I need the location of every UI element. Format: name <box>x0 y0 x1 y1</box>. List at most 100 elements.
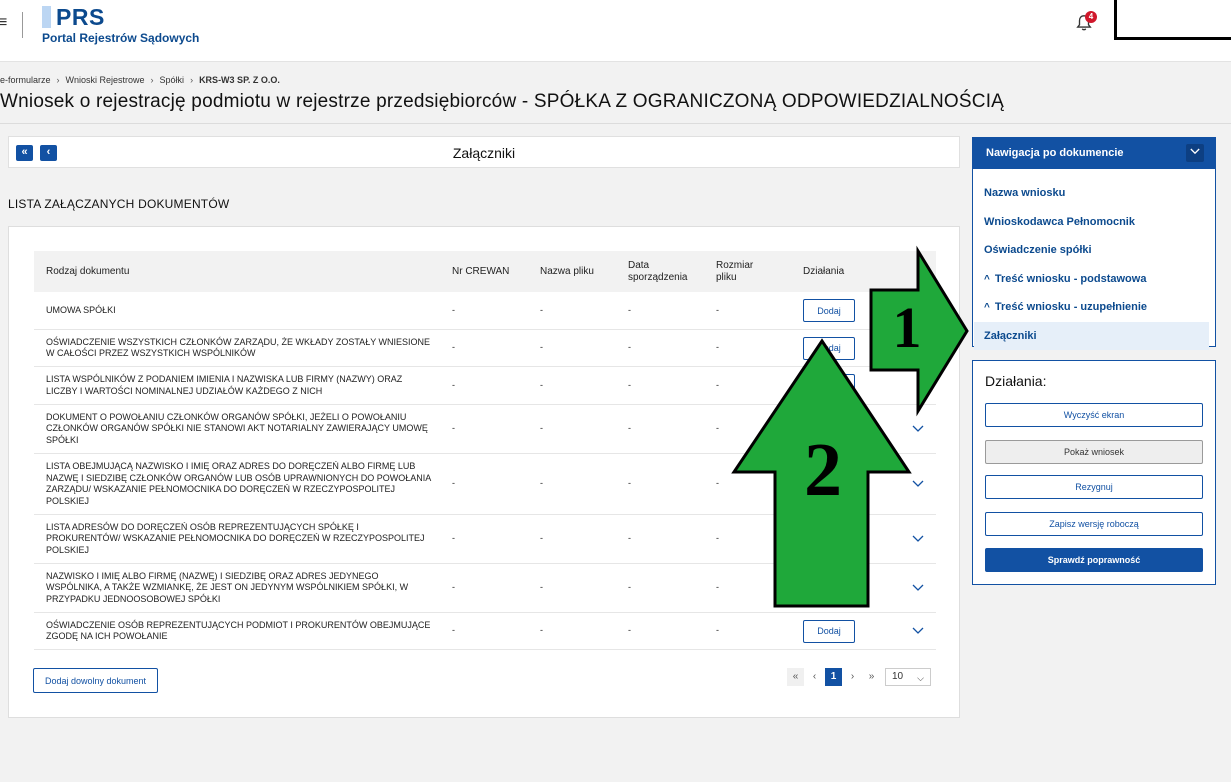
top-header: ≡ PRS Portal Rejestrów Sądowych 4 <box>0 0 1231 62</box>
column-header-doc-type: Rodzaj dokumentu <box>46 265 130 277</box>
page-number-button[interactable]: 1 <box>825 668 842 686</box>
save-draft-button[interactable]: Zapisz wersję roboczą <box>985 512 1203 536</box>
validate-button[interactable]: Sprawdź poprawność <box>985 548 1203 572</box>
add-document-button[interactable]: Dodaj <box>803 527 855 551</box>
row-crewan: - <box>452 379 455 390</box>
breadcrumb-item-eforms[interactable]: e-formularze <box>0 75 51 85</box>
first-page-button[interactable]: « <box>787 668 804 686</box>
row-doc-type: LISTA WSPÓLNIKÓW Z PODANIEM IMIENIA I NA… <box>46 374 403 396</box>
per-page-select[interactable]: 10 ⌵ <box>885 668 931 686</box>
row-date: - <box>628 304 631 315</box>
nav-item-application-name[interactable]: Nazwa wniosku <box>974 179 1209 208</box>
add-document-button[interactable]: Dodaj <box>803 472 855 496</box>
add-custom-document-button[interactable]: Dodaj dowolny dokument <box>33 668 159 693</box>
breadcrumb-item-applications[interactable]: Wnioski Rejestrowe <box>66 75 145 85</box>
row-doc-type: OŚWIADCZENIE WSZYSTKICH CZŁONKÓW ZARZĄDU… <box>46 336 431 359</box>
expand-row-button[interactable] <box>912 613 924 649</box>
notification-badge: 4 <box>1085 11 1097 23</box>
add-document-button[interactable]: Dodaj <box>803 619 855 643</box>
breadcrumb: e-formularze › Wnioski Rejestrowe › Spółki › K… <box>0 75 280 85</box>
row-crewan: - <box>452 582 455 593</box>
row-crewan: - <box>452 342 455 353</box>
attachments-table: Rodzaj dokumentu Nr CREWAN Nazwa pliku D… <box>34 251 936 650</box>
row-doc-type: LISTA ADRESÓW DO DORĘCZEŃ OSÓB REPREZENT… <box>46 521 425 555</box>
user-menu-box[interactable] <box>1114 0 1231 40</box>
breadcrumb-item-companies[interactable]: Spółki <box>160 75 185 85</box>
add-document-button[interactable]: Dodaj <box>803 417 855 441</box>
show-application-button[interactable]: Pokaż wniosek <box>985 440 1203 464</box>
nav-item-applicant[interactable]: Wnioskodawca Pełnomocnik <box>974 208 1209 237</box>
next-page-button[interactable]: › <box>844 668 861 686</box>
document-navigation-panel: Nawigacja po dokumencie Nazwa wniosku Wn… <box>972 137 1216 350</box>
row-doc-type: DOKUMENT O POWOŁANIU CZŁONKÓW ORGANÓW SP… <box>46 411 428 445</box>
logo-title[interactable]: PRS <box>56 4 105 31</box>
row-file-name: - <box>540 533 543 544</box>
row-date: - <box>628 582 631 593</box>
row-date: - <box>628 625 631 636</box>
logo-mark <box>42 6 51 28</box>
add-document-button[interactable]: Dodaj <box>803 374 855 397</box>
add-document-button[interactable]: Dodaj <box>803 299 855 322</box>
last-page-button[interactable]: » <box>863 668 880 686</box>
row-size: - <box>716 582 719 593</box>
chevron-down-icon <box>912 627 924 634</box>
chevron-down-icon <box>912 535 924 542</box>
nav-item-label: Treść wniosku - uzupełnienie <box>994 301 1148 313</box>
clear-screen-button[interactable]: Wyczyść ekran <box>985 403 1203 427</box>
column-header-crewan: Nr CREWAN <box>452 265 510 277</box>
prev-section-button[interactable]: ‹ <box>40 145 57 161</box>
chevron-down-icon <box>912 480 924 487</box>
nav-item-attachments[interactable]: Załączniki <box>974 321 1209 350</box>
nav-item-label: Treść wniosku - podstawowa <box>994 272 1147 285</box>
actions-title: Działania: <box>985 373 1047 389</box>
row-doc-type: LISTA OBEJMUJĄCĄ NAZWISKO I IMIĘ ORAZ AD… <box>46 461 431 506</box>
table-row: OŚWIADCZENIE OSÓB REPREZENTUJĄCYCH PODMI… <box>34 613 936 650</box>
logo-subtitle[interactable]: Portal Rejestrów Sądowych <box>42 31 199 45</box>
nav-item-label: Nazwa wniosku <box>984 187 1066 199</box>
row-date: - <box>628 423 631 434</box>
chevron-down-icon: ⌵ <box>917 673 924 683</box>
row-date: - <box>628 533 631 544</box>
row-crewan: - <box>452 304 455 315</box>
chevron-up-icon: ^ <box>984 302 990 313</box>
nav-item-label: Wnioskodawca Pełnomocnik <box>984 215 1135 228</box>
resign-button[interactable]: Rezygnuj <box>985 475 1203 499</box>
table-row: LISTA OBEJMUJĄCĄ NAZWISKO I IMIĘ ORAZ AD… <box>34 454 936 515</box>
menu-icon[interactable]: ≡ <box>0 14 7 32</box>
expand-row-button[interactable] <box>912 405 924 453</box>
nav-item-company-statement[interactable]: Oświadczenie spółki <box>974 236 1209 265</box>
row-date: - <box>628 379 631 390</box>
chevron-down-icon <box>912 584 924 591</box>
expand-row-button[interactable] <box>912 454 924 514</box>
prev-page-button[interactable]: ‹ <box>806 668 823 686</box>
breadcrumb-item-current: KRS-W3 SP. Z O.O. <box>199 75 280 85</box>
row-crewan: - <box>452 478 455 489</box>
row-doc-type: OŚWIADCZENIE OSÓB REPREZENTUJĄCYCH PODMI… <box>46 619 431 642</box>
page-title: Wniosek o rejestrację podmiotu w rejestr… <box>0 91 1005 112</box>
row-file-name: - <box>540 625 543 636</box>
add-document-button[interactable]: Dodaj <box>803 576 855 600</box>
row-date: - <box>628 342 631 353</box>
row-file-name: - <box>540 582 543 593</box>
row-file-name: - <box>540 478 543 489</box>
expand-row-button[interactable] <box>912 564 924 612</box>
row-size: - <box>716 423 719 434</box>
column-header-actions: Działania <box>803 265 845 277</box>
first-section-button[interactable]: « <box>16 145 33 161</box>
table-header: Rodzaj dokumentu Nr CREWAN Nazwa pliku D… <box>34 251 936 292</box>
attachments-card: Rodzaj dokumentu Nr CREWAN Nazwa pliku D… <box>8 226 960 718</box>
row-file-name: - <box>540 423 543 434</box>
collapse-navigation-button[interactable] <box>1186 144 1204 162</box>
table-row: LISTA ADRESÓW DO DORĘCZEŃ OSÓB REPREZENT… <box>34 515 936 564</box>
breadcrumb-separator-icon: › <box>190 75 194 85</box>
nav-item-basic-content[interactable]: ^ Treść wniosku - podstawowa <box>974 265 1209 294</box>
per-page-value: 10 <box>892 671 904 682</box>
expand-row-button[interactable] <box>912 515 924 563</box>
nav-item-supplementary-content[interactable]: ^ Treść wniosku - uzupełnienie <box>974 293 1209 322</box>
row-size: - <box>716 478 719 489</box>
chevron-down-icon <box>1190 148 1200 155</box>
chevron-down-icon <box>912 425 924 432</box>
row-size: - <box>716 533 719 544</box>
notifications-button[interactable]: 4 <box>1075 11 1097 36</box>
add-document-button[interactable]: Dodaj <box>803 336 855 360</box>
